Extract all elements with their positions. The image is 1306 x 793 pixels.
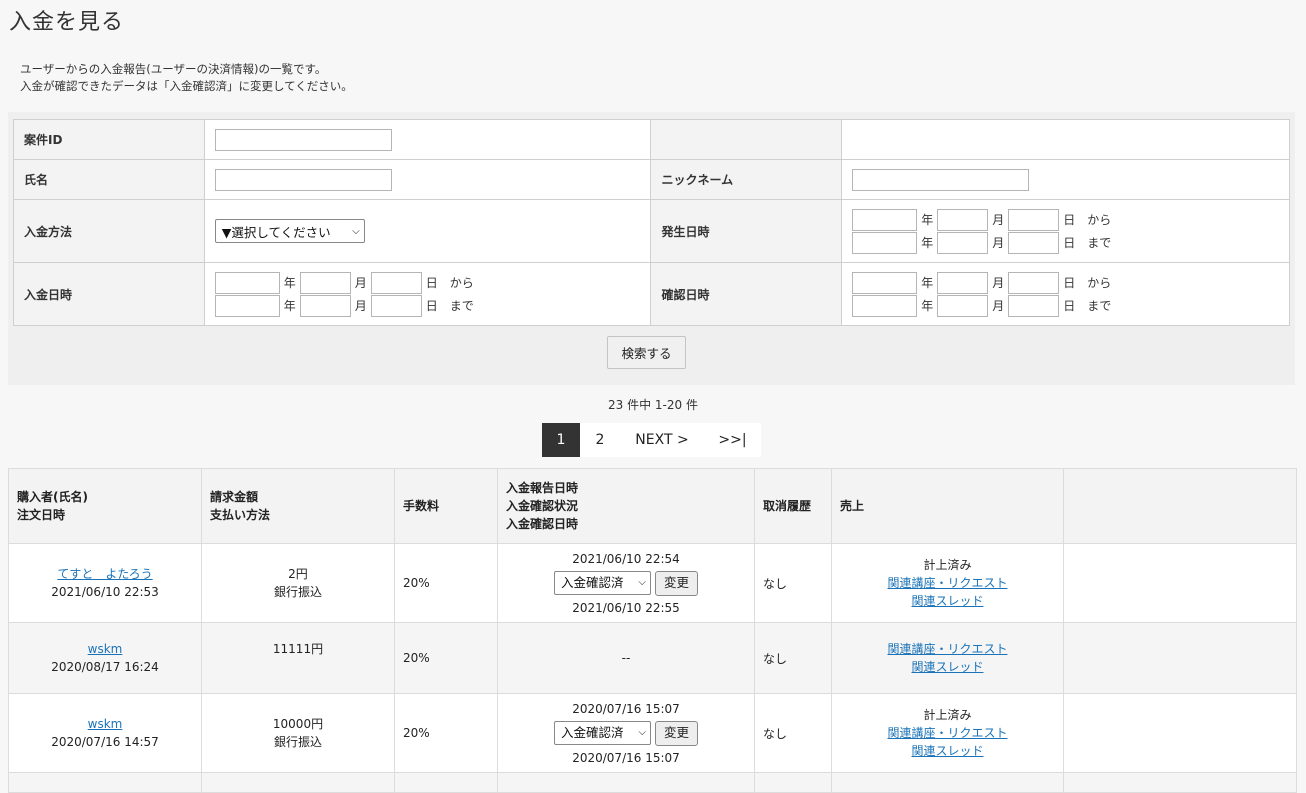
cancel-history: なし: [754, 543, 832, 623]
amount: 10000円: [272, 717, 324, 731]
related-threads-link[interactable]: 関連スレッド: [911, 594, 983, 608]
pagination: 1 2 NEXT > >>|: [542, 423, 761, 457]
order-date: 2021/06/10 22:53: [51, 585, 159, 599]
cancel-column-header: 取消履歴: [754, 468, 832, 544]
confirmed-from-month-input[interactable]: [937, 271, 989, 294]
table-row: てすと よたろう 2021/06/10 22:53 2円 銀行振込 20% 20…: [8, 543, 1297, 623]
confirmed-from-year-input[interactable]: [852, 271, 918, 294]
buyer-link[interactable]: wskm: [88, 717, 123, 731]
last-page-link[interactable]: >>|: [704, 423, 761, 457]
paid-to-row: 年 月 日 まで: [214, 294, 641, 317]
sales-status: 計上済み: [923, 558, 972, 572]
related-threads-link[interactable]: 関連スレッド: [911, 660, 983, 674]
table-header-row: 購入者(氏名) 注文日時 請求金額 支払い方法 手数料 入金報告日時 入金確認状…: [8, 468, 1297, 544]
name-input[interactable]: [214, 168, 392, 191]
page-1-link[interactable]: 1: [542, 423, 580, 457]
page-description: ユーザーからの入金報告(ユーザーの決済情報)の一覧です。 入金が確認できたデータ…: [20, 61, 353, 95]
table-row: [8, 772, 1297, 793]
reported-at: 2021/06/10 22:54: [572, 551, 680, 566]
paid-from-day-input[interactable]: [370, 271, 422, 294]
occurred-to-row: 年 月 日 まで: [852, 231, 1279, 254]
fee-column-header: 手数料: [394, 468, 498, 544]
paid-from-month-input[interactable]: [299, 271, 351, 294]
cancel-history: なし: [754, 622, 832, 694]
paid-from-year-input[interactable]: [214, 271, 280, 294]
report-column-header: 入金報告日時 入金確認状況 入金確認日時: [497, 468, 755, 544]
name-label: 氏名: [13, 159, 205, 200]
related-courses-link[interactable]: 関連講座・リクエスト: [887, 726, 1007, 740]
amount-column-header: 請求金額 支払い方法: [201, 468, 395, 544]
confirmed-at-label: 確認日時: [650, 262, 843, 326]
amount: 11111円: [272, 642, 324, 656]
occurred-to-month-input[interactable]: [937, 231, 989, 254]
related-threads-link[interactable]: 関連スレッド: [911, 744, 983, 758]
buyer-column-header: 購入者(氏名) 注文日時: [8, 468, 202, 544]
confirmed-at: 2020/07/16 15:07: [572, 750, 680, 765]
order-date: 2020/07/16 14:57: [51, 735, 159, 749]
next-page-link[interactable]: NEXT >: [620, 423, 704, 457]
confirmed-to-row: 年 月 日 まで: [852, 294, 1279, 317]
cancel-history: なし: [754, 693, 832, 773]
chevron-down-icon: ⌵: [638, 727, 646, 738]
occurred-to-day-input[interactable]: [1008, 231, 1060, 254]
occurred-at-label: 発生日時: [650, 199, 843, 263]
description-line: 入金が確認できたデータは「入金確認済」に変更してください。: [20, 79, 353, 93]
chevron-down-icon: ⌵: [638, 577, 646, 588]
case-id-label: 案件ID: [13, 119, 205, 160]
confirmed-to-year-input[interactable]: [852, 294, 918, 317]
occurred-from-day-input[interactable]: [1008, 208, 1060, 231]
result-count: 23 件中 1-20 件: [608, 398, 698, 412]
fee: 20%: [394, 543, 498, 623]
paid-to-day-input[interactable]: [370, 294, 422, 317]
case-id-input[interactable]: [214, 128, 392, 151]
occurred-from-month-input[interactable]: [937, 208, 989, 231]
occurred-from-year-input[interactable]: [852, 208, 918, 231]
chevron-down-icon: ⌵: [352, 225, 360, 237]
amount: 2円: [288, 567, 308, 581]
related-courses-link[interactable]: 関連講座・リクエスト: [887, 576, 1007, 590]
confirmed-to-month-input[interactable]: [937, 294, 989, 317]
payments-table: 購入者(氏名) 注文日時 請求金額 支払い方法 手数料 入金報告日時 入金確認状…: [8, 468, 1297, 793]
occurred-from-row: 年 月 日 から: [852, 208, 1279, 231]
paid-to-year-input[interactable]: [214, 294, 280, 317]
paid-at-label: 入金日時: [13, 262, 205, 326]
buyer-link[interactable]: てすと よたろう: [57, 567, 152, 581]
payment-method-label: 入金方法: [13, 199, 205, 263]
related-courses-link[interactable]: 関連講座・リクエスト: [887, 642, 1007, 656]
search-button[interactable]: 検索する: [607, 336, 686, 369]
buyer-link[interactable]: wskm: [88, 642, 123, 656]
payment-method: 銀行振込: [273, 585, 322, 599]
table-row: wskm 2020/08/17 16:24 11111円 20% -- なし 関…: [8, 622, 1297, 694]
confirmed-from-row: 年 月 日 から: [852, 271, 1279, 294]
payment-method: 銀行振込: [273, 735, 322, 749]
confirmed-from-day-input[interactable]: [1008, 271, 1060, 294]
paid-to-month-input[interactable]: [299, 294, 351, 317]
change-button[interactable]: 変更: [655, 720, 698, 746]
status-select[interactable]: 入金確認済 ⌵: [554, 721, 651, 745]
change-button[interactable]: 変更: [655, 570, 698, 596]
page-title: 入金を見る: [9, 10, 125, 35]
reported-at: 2020/07/16 15:07: [572, 701, 680, 716]
nickname-input[interactable]: [852, 168, 1030, 191]
confirmed-at: 2021/06/10 22:55: [572, 600, 680, 615]
paid-from-row: 年 月 日 から: [214, 271, 641, 294]
sales-column-header: 売上: [831, 468, 1064, 544]
table-row: wskm 2020/07/16 14:57 10000円 銀行振込 20% 20…: [8, 693, 1297, 773]
payment-method-select[interactable]: ▼選択してください ⌵: [214, 219, 365, 243]
fee: 20%: [394, 693, 498, 773]
occurred-to-year-input[interactable]: [852, 231, 918, 254]
page-2-link[interactable]: 2: [580, 423, 620, 457]
description-line: ユーザーからの入金報告(ユーザーの決済情報)の一覧です。: [20, 62, 327, 76]
sales-status: 計上済み: [923, 708, 972, 722]
report-placeholder: --: [497, 622, 755, 694]
status-select[interactable]: 入金確認済 ⌵: [554, 571, 651, 595]
order-date: 2020/08/17 16:24: [51, 660, 159, 674]
search-form: 案件ID 氏名 ニックネーム 入金方法 ▼選択してください ⌵ 発生日時 年 月…: [13, 119, 1290, 326]
payment-method-selected: ▼選択してください: [221, 224, 331, 240]
nickname-label: ニックネーム: [650, 159, 843, 200]
fee: 20%: [394, 622, 498, 694]
confirmed-to-day-input[interactable]: [1008, 294, 1060, 317]
